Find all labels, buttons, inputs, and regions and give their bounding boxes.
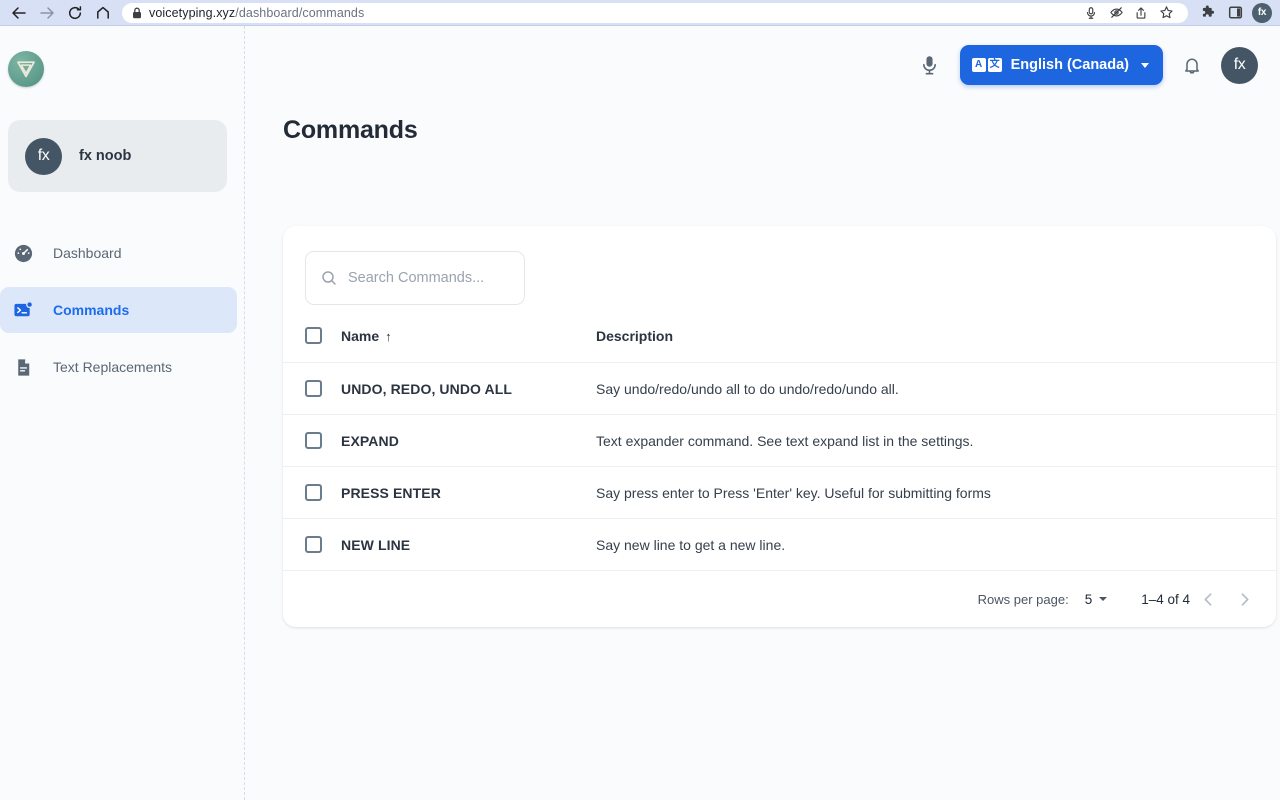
notifications-button[interactable] (1179, 52, 1205, 78)
row-name: UNDO, REDO, UNDO ALL (341, 363, 596, 415)
sort-ascending-icon: ↑ (385, 329, 392, 344)
microphone-icon[interactable] (1079, 3, 1103, 23)
lock-icon (132, 7, 142, 19)
row-select-cell (283, 363, 341, 415)
sidebar-item-commands[interactable]: Commands (0, 287, 237, 333)
star-icon[interactable] (1154, 3, 1178, 23)
url-text: voicetyping.xyz/dashboard/commands (149, 6, 364, 20)
eye-off-icon[interactable] (1104, 3, 1128, 23)
row-description: Text expander command. See text expand l… (596, 415, 1276, 467)
language-label: English (Canada) (1011, 57, 1129, 73)
column-header-description[interactable]: Description (596, 327, 1276, 363)
row-checkbox[interactable] (305, 536, 322, 553)
table-header: Name ↑ Description (283, 327, 1276, 363)
previous-page-button[interactable] (1190, 581, 1226, 617)
omnibox-actions (1079, 3, 1178, 23)
app-root: fx fx noob Dashboard (0, 26, 1280, 800)
speedometer-icon (10, 240, 36, 266)
document-icon (10, 354, 36, 380)
rows-per-page-select[interactable]: 5 (1085, 592, 1108, 607)
sidebar-nav: Dashboard Commands (0, 230, 244, 390)
table-pagination: Rows per page: 5 1–4 of 4 (283, 571, 1276, 627)
search-placeholder: Search Commands... (348, 270, 484, 286)
url-domain: voicetyping.xyz (149, 6, 235, 20)
page-title: Commands (283, 116, 1280, 145)
pagination-range: 1–4 of 4 (1141, 592, 1190, 607)
next-page-button[interactable] (1226, 581, 1262, 617)
home-icon[interactable] (90, 2, 116, 24)
main-content: A 文 English (Canada) fx Commands (245, 26, 1280, 800)
row-name: PRESS ENTER (341, 467, 596, 519)
sidebar-item-label: Text Replacements (53, 359, 172, 375)
search-input[interactable]: Search Commands... (305, 251, 525, 305)
rows-per-page-value: 5 (1085, 592, 1093, 607)
commands-table: Name ↑ Description UNDO, REDO, UNDO ALL S… (283, 327, 1276, 571)
row-name: EXPAND (341, 415, 596, 467)
rows-per-page-label: Rows per page: (978, 592, 1069, 607)
chevron-down-icon (1099, 597, 1107, 601)
search-icon (321, 270, 337, 286)
select-all-checkbox[interactable] (305, 327, 322, 344)
row-checkbox[interactable] (305, 432, 322, 449)
translate-icon-latin: A (972, 58, 986, 72)
sidebar-item-label: Commands (53, 302, 129, 318)
side-panel-icon[interactable] (1224, 2, 1246, 24)
row-description: Say press enter to Press 'Enter' key. Us… (596, 467, 1276, 519)
row-checkbox[interactable] (305, 484, 322, 501)
user-name: fx noob (79, 148, 131, 164)
table-body: UNDO, REDO, UNDO ALL Say undo/redo/undo … (283, 363, 1276, 571)
browser-extension-area: fx (1196, 2, 1274, 24)
share-icon[interactable] (1129, 3, 1153, 23)
column-header-name-label: Name (341, 328, 379, 344)
back-arrow-icon[interactable] (6, 2, 32, 24)
language-selector-button[interactable]: A 文 English (Canada) (960, 45, 1163, 85)
sidebar-item-label: Dashboard (53, 245, 122, 261)
row-description: Say undo/redo/undo all to do undo/redo/u… (596, 363, 1276, 415)
terminal-icon (10, 297, 36, 323)
table-row[interactable]: UNDO, REDO, UNDO ALL Say undo/redo/undo … (283, 363, 1276, 415)
column-header-name[interactable]: Name ↑ (341, 327, 596, 363)
row-select-cell (283, 467, 341, 519)
avatar: fx (25, 138, 62, 175)
card-header: Search Commands... (283, 226, 1276, 305)
sidebar-item-dashboard[interactable]: Dashboard (0, 230, 237, 276)
commands-card: Search Commands... Name ↑ Description (283, 226, 1276, 627)
row-select-cell (283, 415, 341, 467)
address-bar[interactable]: voicetyping.xyz/dashboard/commands (122, 3, 1188, 23)
voice-input-button[interactable] (916, 51, 944, 79)
row-name: NEW LINE (341, 519, 596, 571)
browser-profile-avatar[interactable]: fx (1252, 3, 1272, 23)
column-header-description-label: Description (596, 328, 673, 344)
row-select-cell (283, 519, 341, 571)
table-row[interactable]: PRESS ENTER Say press enter to Press 'En… (283, 467, 1276, 519)
browser-toolbar: voicetyping.xyz/dashboard/commands fx (0, 0, 1280, 26)
row-description: Say new line to get a new line. (596, 519, 1276, 571)
table-row[interactable]: NEW LINE Say new line to get a new line. (283, 519, 1276, 571)
account-avatar[interactable]: fx (1221, 47, 1258, 84)
select-all-header (283, 327, 341, 363)
user-card[interactable]: fx fx noob (8, 120, 227, 192)
sidebar-item-text-replacements[interactable]: Text Replacements (0, 344, 237, 390)
sidebar: fx fx noob Dashboard (0, 26, 245, 800)
url-path: /dashboard/commands (235, 6, 364, 20)
app-header: A 文 English (Canada) fx (245, 26, 1280, 104)
table-header-row: Name ↑ Description (283, 327, 1276, 363)
chevron-down-icon (1141, 63, 1149, 68)
puzzle-piece-icon[interactable] (1196, 2, 1218, 24)
forward-arrow-icon[interactable] (34, 2, 60, 24)
row-checkbox[interactable] (305, 380, 322, 397)
translate-icon: A 文 (972, 58, 1002, 72)
browser-nav-buttons (6, 2, 116, 24)
translate-icon-cjk: 文 (988, 58, 1002, 72)
table-row[interactable]: EXPAND Text expander command. See text e… (283, 415, 1276, 467)
reload-icon[interactable] (62, 2, 88, 24)
voicetyping-logo[interactable] (8, 51, 44, 87)
